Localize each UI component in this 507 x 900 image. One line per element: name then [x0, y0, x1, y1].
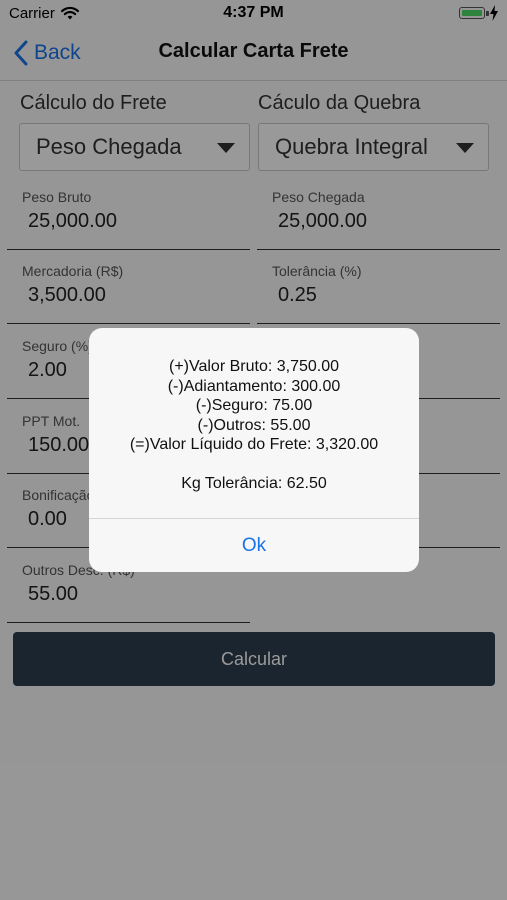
kg-tolerancia-line: Kg Tolerância: 62.50 — [181, 474, 327, 492]
valor-liquido-line: (=)Valor Líquido do Frete: 3,320.00 — [129, 436, 379, 453]
valor-bruto-line: (+)Valor Bruto: 3,750.00 — [168, 358, 340, 375]
outros-line: (-)Outros: 55.00 — [197, 416, 311, 434]
seguro-line: (-)Seguro: 75.00 — [195, 397, 313, 414]
ok-button[interactable]: Ok — [89, 519, 419, 572]
result-alert-dialog: (+)Valor Bruto: 3,750.00 (-)Adiantamento… — [89, 328, 419, 572]
adiantamento-line: (-)Adiantamento: 300.00 — [167, 377, 341, 395]
alert-message: (+)Valor Bruto: 3,750.00 (-)Adiantamento… — [89, 328, 419, 493]
